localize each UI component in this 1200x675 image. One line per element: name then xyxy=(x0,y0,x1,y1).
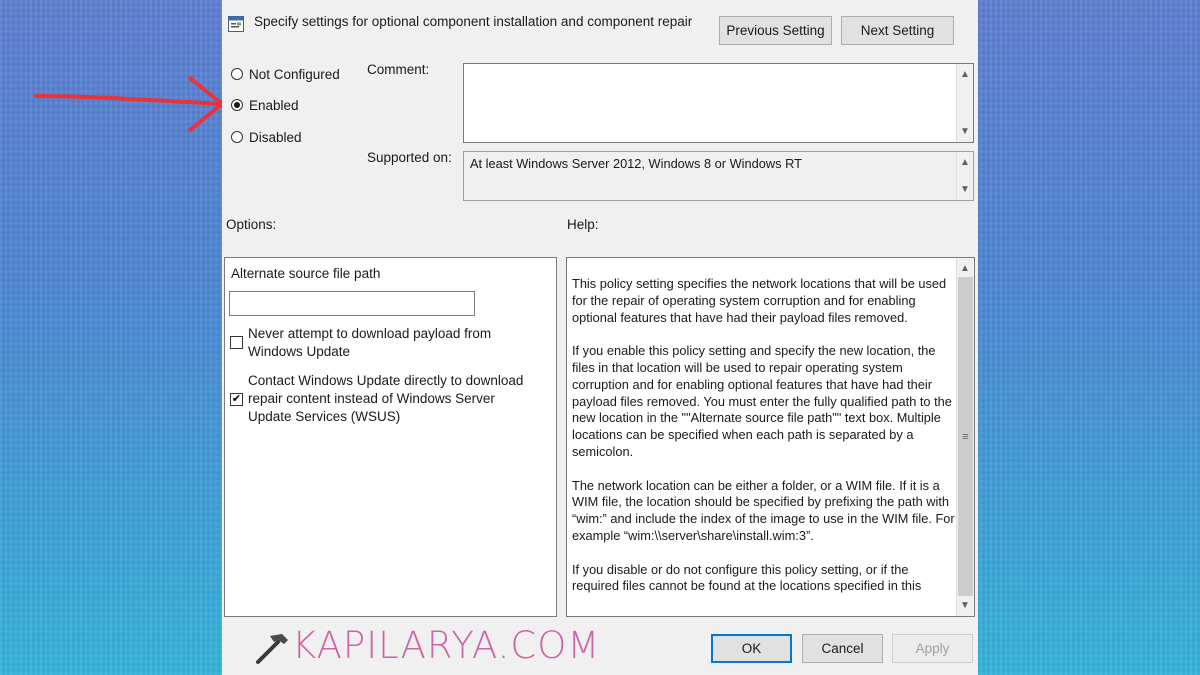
next-setting-button[interactable]: Next Setting xyxy=(841,16,954,45)
help-paragraph: If you disable or do not configure this … xyxy=(572,561,922,594)
options-panel: Alternate source file path Never attempt… xyxy=(224,257,557,617)
help-paragraph: If you enable this policy setting and sp… xyxy=(572,343,952,459)
policy-title: Specify settings for optional component … xyxy=(254,14,693,29)
comment-textarea[interactable]: ▲ ▼ xyxy=(463,63,974,143)
scroll-down-icon[interactable]: ▼ xyxy=(957,597,973,614)
help-panel: This policy setting specifies the networ… xyxy=(566,257,975,617)
cancel-button[interactable]: Cancel xyxy=(802,634,883,663)
radio-enabled[interactable] xyxy=(231,99,243,111)
help-text: This policy setting specifies the networ… xyxy=(572,276,956,612)
options-heading: Options: xyxy=(226,217,277,232)
never-download-label[interactable]: Never attempt to download payload from W… xyxy=(248,325,508,361)
scroll-up-icon[interactable]: ▲ xyxy=(957,260,973,277)
help-paragraph: This policy setting specifies the networ… xyxy=(572,276,947,325)
contact-wu-label[interactable]: Contact Windows Update directly to downl… xyxy=(248,372,538,426)
never-download-checkbox[interactable] xyxy=(230,336,243,349)
watermark-text: KAPILARYA.COM xyxy=(292,624,601,667)
help-scrollbar[interactable]: ▲ ≡ ▼ xyxy=(956,258,974,616)
alt-source-input[interactable] xyxy=(229,291,475,316)
alt-source-label: Alternate source file path xyxy=(231,266,381,281)
scroll-thumb[interactable]: ≡ xyxy=(958,277,973,596)
policy-icon xyxy=(228,16,244,32)
radio-disabled[interactable] xyxy=(231,131,243,143)
scroll-down-icon[interactable]: ▼ xyxy=(957,123,973,140)
scroll-down-icon[interactable]: ▼ xyxy=(957,181,973,198)
radio-not-configured[interactable] xyxy=(231,68,243,80)
supported-on-label: Supported on: xyxy=(367,150,452,165)
contact-wu-checkbox[interactable]: ✔ xyxy=(230,393,243,406)
radio-not-configured-label[interactable]: Not Configured xyxy=(249,67,340,82)
comment-scrollbar[interactable]: ▲ ▼ xyxy=(956,64,973,142)
radio-disabled-label[interactable]: Disabled xyxy=(249,130,302,145)
previous-setting-button[interactable]: Previous Setting xyxy=(719,16,832,45)
policy-dialog: Specify settings for optional component … xyxy=(222,0,978,675)
supported-on-field: At least Windows Server 2012, Windows 8 … xyxy=(463,151,974,201)
comment-label: Comment: xyxy=(367,62,430,77)
ok-button[interactable]: OK xyxy=(711,634,792,663)
red-arrow-annotation xyxy=(34,76,224,132)
supported-scrollbar[interactable]: ▲ ▼ xyxy=(956,152,973,200)
radio-enabled-label[interactable]: Enabled xyxy=(249,98,299,113)
apply-button[interactable]: Apply xyxy=(892,634,973,663)
supported-on-value: At least Windows Server 2012, Windows 8 … xyxy=(470,156,802,171)
scroll-up-icon[interactable]: ▲ xyxy=(957,66,973,83)
scroll-up-icon[interactable]: ▲ xyxy=(957,154,973,171)
hammer-icon xyxy=(256,634,288,664)
help-paragraph: The network location can be either a fol… xyxy=(572,477,955,543)
help-heading: Help: xyxy=(567,217,599,232)
